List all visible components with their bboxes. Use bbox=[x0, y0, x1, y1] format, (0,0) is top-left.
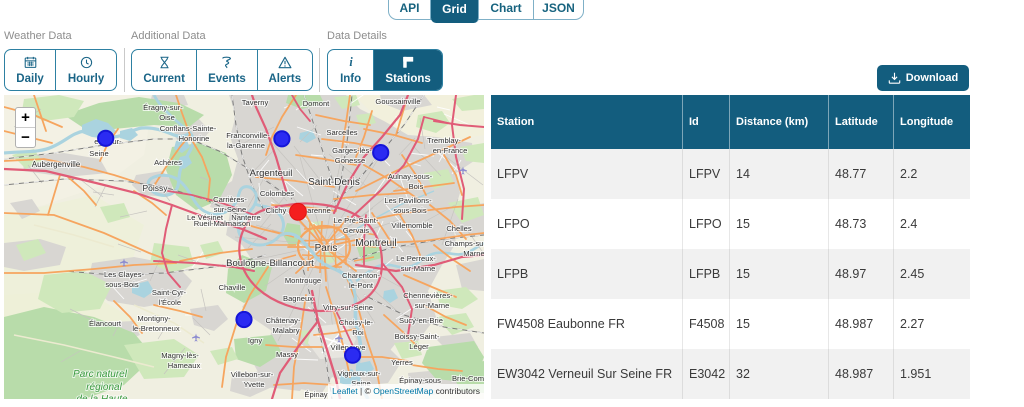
svg-text:la-Garenne: la-Garenne bbox=[227, 141, 265, 150]
svg-text:de la Haute: de la Haute bbox=[76, 394, 128, 399]
svg-text:Boulogne-Billancourt: Boulogne-Billancourt bbox=[226, 258, 314, 269]
svg-text:Franconville-: Franconville- bbox=[226, 131, 270, 140]
svg-text:Bagneux: Bagneux bbox=[283, 294, 313, 303]
svg-text:Yerres: Yerres bbox=[391, 358, 413, 367]
svg-text:sous-Bois: sous-Bois bbox=[393, 206, 427, 215]
svg-text:Aubergenville: Aubergenville bbox=[32, 160, 81, 169]
svg-text:sur-Marne: sur-Marne bbox=[415, 301, 450, 310]
svg-text:en-France: en-France bbox=[433, 146, 468, 155]
svg-text:Brie-Com: Brie-Com bbox=[452, 374, 484, 383]
svg-text:Seine: Seine bbox=[89, 149, 108, 158]
svg-text:Sarcelles: Sarcelles bbox=[326, 128, 357, 137]
svg-text:arenne: arenne bbox=[307, 206, 331, 215]
svg-text:Chelles: Chelles bbox=[446, 224, 472, 233]
svg-text:Conflans-Sainte-: Conflans-Sainte- bbox=[160, 124, 217, 133]
svg-text:le-Pont: le-Pont bbox=[349, 281, 374, 290]
svg-text:Bois: Bois bbox=[409, 182, 424, 191]
svg-text:Colombes: Colombes bbox=[260, 189, 294, 198]
svg-text:Chennevières-: Chennevières- bbox=[403, 291, 453, 300]
svg-text:i: i bbox=[349, 56, 353, 69]
svg-text:Vigneux-sur-: Vigneux-sur- bbox=[338, 369, 381, 378]
svg-text:Épinay: Épinay bbox=[304, 390, 327, 399]
svg-text:Léger: Léger bbox=[409, 342, 429, 351]
svg-text:Montreuil: Montreuil bbox=[355, 238, 396, 249]
svg-text:Argenteuil: Argenteuil bbox=[250, 168, 293, 179]
svg-text:Saint-Cyr-: Saint-Cyr- bbox=[152, 288, 187, 297]
svg-text:l'École: l'École bbox=[159, 298, 181, 307]
svg-text:Élancourt: Élancourt bbox=[89, 319, 122, 328]
svg-text:Sucy-en-Brie: Sucy-en-Brie bbox=[399, 316, 443, 325]
svg-text:Garges-lès-: Garges-lès- bbox=[332, 146, 372, 155]
svg-text:Gonesse: Gonesse bbox=[335, 156, 365, 165]
svg-text:sous-Bois: sous-Bois bbox=[105, 280, 139, 289]
svg-text:Honorine: Honorine bbox=[179, 134, 210, 143]
svg-text:Taverny: Taverny bbox=[242, 98, 269, 107]
svg-text:Massy: Massy bbox=[276, 350, 298, 359]
svg-text:Le Pré-Saint-: Le Pré-Saint- bbox=[334, 216, 379, 225]
svg-text:Vitry-sur-Seine: Vitry-sur-Seine bbox=[323, 303, 373, 312]
svg-text:Poissy: Poissy bbox=[142, 183, 168, 193]
svg-text:Carrières-: Carrières- bbox=[213, 195, 247, 204]
svg-text:Achères: Achères bbox=[154, 158, 182, 167]
svg-text:Les Pavillons-: Les Pavillons- bbox=[384, 196, 432, 205]
svg-text:Champs-su: Champs-su bbox=[445, 239, 484, 248]
svg-text:Éragny-sur-: Éragny-sur- bbox=[143, 103, 183, 112]
svg-text:Boissy-Saint-: Boissy-Saint- bbox=[395, 332, 440, 341]
svg-text:Charenton-: Charenton- bbox=[342, 271, 380, 280]
svg-text:Montrouge: Montrouge bbox=[285, 276, 321, 285]
svg-text:Villemomble: Villemomble bbox=[391, 221, 432, 230]
svg-text:Yvette: Yvette bbox=[243, 380, 264, 389]
svg-text:Le Perreux-: Le Perreux- bbox=[396, 254, 436, 263]
svg-text:Magny-lès-: Magny-lès- bbox=[161, 351, 199, 360]
svg-text:Hameaux: Hameaux bbox=[168, 361, 201, 370]
svg-text:Choisy-le-: Choisy-le- bbox=[339, 318, 374, 327]
svg-text:Chaville: Chaville bbox=[218, 283, 245, 292]
svg-text:Montigny-: Montigny- bbox=[137, 314, 171, 323]
svg-text:Malabry: Malabry bbox=[272, 326, 299, 335]
svg-text:Clichy: Clichy bbox=[266, 206, 287, 215]
svg-text:Domont: Domont bbox=[303, 99, 330, 108]
svg-text:Les Clayes-: Les Clayes- bbox=[104, 270, 145, 279]
svg-text:Saint-Denis: Saint-Denis bbox=[308, 177, 360, 188]
svg-text:Rueil-Malmaison: Rueil-Malmaison bbox=[194, 219, 251, 228]
svg-text:sur-Marne: sur-Marne bbox=[401, 264, 436, 273]
svg-text:le-Bretonneux: le-Bretonneux bbox=[132, 324, 179, 333]
svg-text:Châtenay-: Châtenay- bbox=[265, 316, 301, 325]
svg-text:Villebon-sur-: Villebon-sur- bbox=[231, 370, 274, 379]
svg-text:Gervais: Gervais bbox=[343, 226, 369, 235]
svg-text:Parc naturel: Parc naturel bbox=[73, 369, 128, 380]
svg-text:Goussainville: Goussainville bbox=[375, 97, 420, 106]
svg-text:Roi: Roi bbox=[352, 328, 364, 337]
svg-text:Aulnay-sous-: Aulnay-sous- bbox=[388, 172, 433, 181]
svg-text:régional: régional bbox=[86, 382, 122, 393]
svg-text:Paris: Paris bbox=[315, 243, 338, 254]
svg-text:Marne: Marne bbox=[463, 249, 484, 258]
svg-text:Oise: Oise bbox=[159, 113, 175, 122]
svg-text:Igny: Igny bbox=[248, 336, 263, 345]
svg-text:Tremblay-: Tremblay- bbox=[427, 136, 461, 145]
